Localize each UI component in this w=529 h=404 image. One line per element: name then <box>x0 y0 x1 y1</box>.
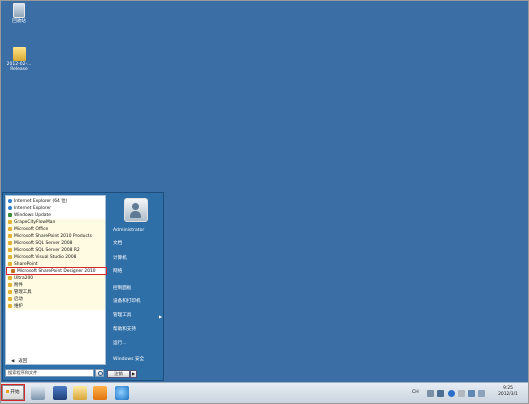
folder-icon <box>8 226 12 231</box>
powershell-icon[interactable] <box>53 386 67 400</box>
clock-date: 2012/3/1 <box>498 392 518 397</box>
program-folder[interactable]: Ultra200 <box>7 275 105 282</box>
right-item-computer[interactable]: 计算机 <box>113 255 127 263</box>
right-item-help[interactable]: 帮助和支持 <box>113 326 136 334</box>
clock[interactable]: 9:25 2012/3/1 <box>493 386 523 398</box>
submenu-arrow-icon: ▶ <box>159 314 163 319</box>
program-folder[interactable]: Microsoft Office <box>7 226 105 233</box>
folder-icon <box>8 296 12 301</box>
keyboard-icon[interactable] <box>427 390 434 397</box>
program-folder[interactable]: Microsoft Visual Studio 2008 <box>7 254 105 261</box>
program-folder[interactable]: Microsoft SQL Server 2008 R2 <box>7 247 105 254</box>
folder-icon <box>8 261 12 266</box>
start-button-highlight <box>1 384 25 401</box>
ie-icon <box>8 205 12 210</box>
shutdown-options-icon[interactable]: ▶ <box>130 370 137 378</box>
folder-icon <box>8 275 12 280</box>
right-item-network[interactable]: 网络 <box>113 268 122 276</box>
settings-icon[interactable] <box>458 390 465 397</box>
programs-pane: Internet Explorer (64 位) Internet Explor… <box>5 195 106 365</box>
program-folder[interactable]: 启动 <box>7 296 105 303</box>
help-icon[interactable] <box>448 390 455 397</box>
search-icon[interactable] <box>95 369 104 377</box>
release-folder-shortcut[interactable]: 2012-02-... Release <box>1 47 37 72</box>
back-arrow-icon: ◀ <box>11 359 15 364</box>
right-item-user[interactable]: Administrator <box>113 227 144 235</box>
language-indicator[interactable]: CH <box>412 390 419 395</box>
program-folder[interactable]: GrapeCityFlowMan <box>7 219 105 226</box>
program-item[interactable]: Internet Explorer (64 位) <box>7 198 105 205</box>
release-folder-label: 2012-02-... Release <box>6 62 32 72</box>
program-folder[interactable]: 管理工具 <box>7 289 105 296</box>
recycle-bin-icon <box>13 3 25 18</box>
server-manager-icon[interactable] <box>31 386 45 400</box>
start-menu: Internet Explorer (64 位) Internet Explor… <box>2 192 164 381</box>
folder-icon <box>8 240 12 245</box>
system-tray: CH 9:25 2012/3/1 <box>405 385 528 402</box>
program-item[interactable]: Internet Explorer <box>7 205 105 212</box>
folder-icon <box>8 219 12 224</box>
program-folder[interactable]: Microsoft SharePoint 2010 Products <box>7 233 105 240</box>
ie-icon <box>8 198 12 203</box>
folder-icon <box>8 303 12 308</box>
folder-icon <box>8 254 12 259</box>
input-method-icon[interactable] <box>437 390 444 397</box>
tools-icon[interactable] <box>93 386 107 400</box>
right-item-documents[interactable]: 文档 <box>113 240 122 248</box>
folder-icon <box>8 282 12 287</box>
recycle-bin-shortcut[interactable]: 回收站 <box>1 3 37 24</box>
selection-highlight <box>6 267 107 275</box>
right-item-admin-tools[interactable]: 管理工具 <box>113 312 131 320</box>
volume-icon[interactable] <box>478 390 485 397</box>
right-item-devices-printers[interactable]: 设备和打印机 <box>113 298 141 306</box>
right-item-run[interactable]: 运行... <box>113 340 127 348</box>
network-icon[interactable] <box>468 390 475 397</box>
program-item[interactable]: Windows Update <box>7 212 105 219</box>
logoff-button[interactable]: 注销 <box>107 370 130 378</box>
user-avatar[interactable] <box>124 198 148 222</box>
explorer-icon[interactable] <box>73 386 87 400</box>
folder-icon <box>8 289 12 294</box>
ie-icon[interactable] <box>115 386 129 400</box>
folder-icon <box>12 47 26 61</box>
program-folder[interactable]: 维护 <box>7 303 105 310</box>
folder-icon <box>8 233 12 238</box>
right-pane: Administrator 文档 计算机 网络 控制面板 设备和打印机 管理工具… <box>107 195 162 365</box>
search-input[interactable]: 搜索程序和文件 <box>5 369 94 377</box>
desktop: 回收站 2012-02-... Release Internet Explore… <box>0 0 529 404</box>
folder-icon <box>8 247 12 252</box>
right-item-windows-security[interactable]: Windows 安全 <box>113 356 144 364</box>
back-button[interactable]: ◀ 返回 <box>8 359 105 364</box>
update-icon <box>8 212 12 217</box>
recycle-bin-label: 回收站 <box>12 19 26 24</box>
taskbar: 开始 CH 9:25 2012/3/1 <box>1 382 528 403</box>
right-item-control-panel[interactable]: 控制面板 <box>113 285 131 293</box>
program-folder[interactable]: 附件 <box>7 282 105 289</box>
program-folder[interactable]: Microsoft SQL Server 2008 <box>7 240 105 247</box>
